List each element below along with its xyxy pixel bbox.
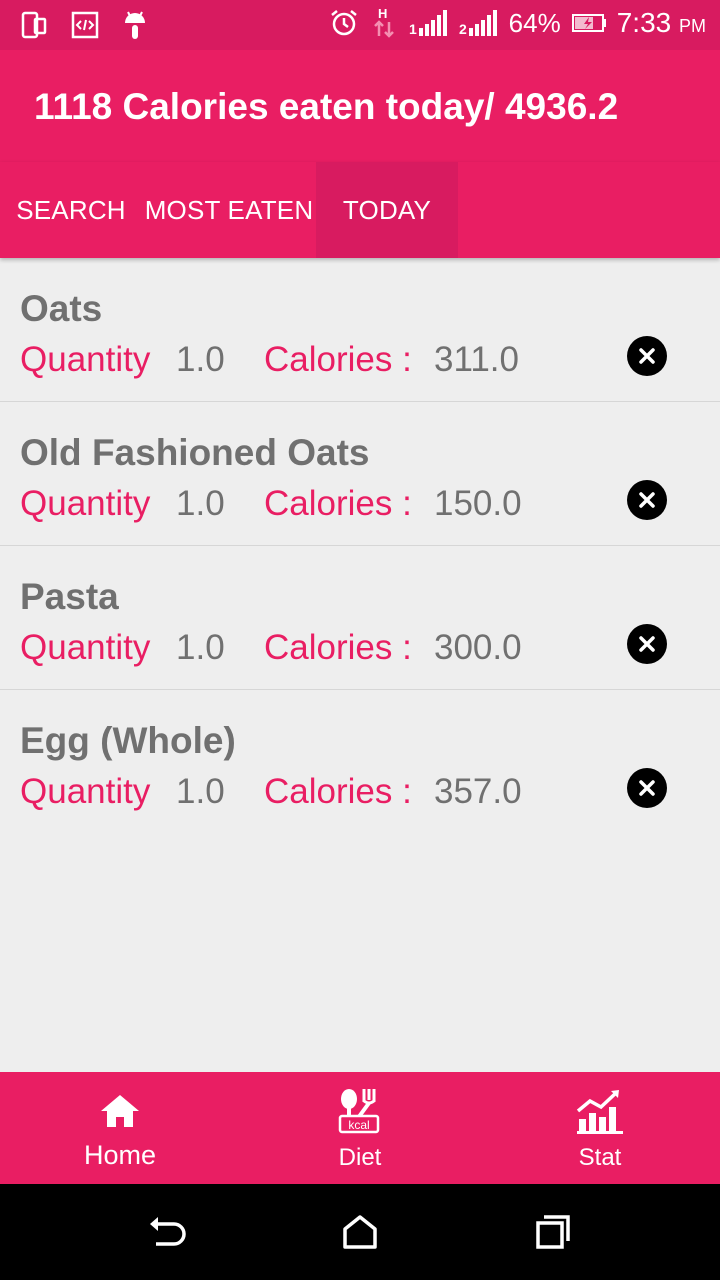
bottom-nav: Home kcal Diet Stat (0, 1072, 720, 1184)
calories-value: 357.0 (434, 772, 522, 811)
quantity-label: Quantity (20, 628, 151, 667)
calories-label: Calories : (264, 340, 412, 379)
delete-button[interactable] (627, 624, 667, 664)
quantity-value: 1.0 (176, 772, 225, 811)
nav-stat-label: Stat (578, 1144, 622, 1171)
calories-label: Calories : (264, 628, 412, 667)
food-name: Pasta (20, 576, 119, 617)
calories-value: 150.0 (434, 484, 522, 523)
svg-text:2: 2 (459, 21, 467, 37)
list-item[interactable]: Pasta Quantity 1.0 Calories : 300.0 (0, 546, 720, 690)
list-item[interactable]: Egg (Whole) Quantity 1.0 Calories : 357.… (0, 690, 720, 834)
code-icon (70, 8, 100, 42)
quantity-label: Quantity (20, 340, 151, 379)
system-nav-bar (0, 1184, 720, 1280)
tab-search-label: SEARCH (16, 194, 126, 225)
clock-time: 7:33 (616, 7, 672, 38)
delete-button[interactable] (627, 768, 667, 808)
battery-percent: 64% (508, 7, 561, 38)
svg-text:H: H (378, 6, 387, 21)
quantity-value: 1.0 (176, 340, 225, 379)
list-item[interactable]: Old Fashioned Oats Quantity 1.0 Calories… (0, 402, 720, 546)
recents-icon (536, 1215, 570, 1249)
alarm-icon (329, 6, 359, 40)
calories-value: 300.0 (434, 628, 522, 667)
close-icon (639, 348, 655, 364)
food-list: Oats Quantity 1.0 Calories : 311.0 Old F… (0, 258, 720, 834)
home-nav-icon (343, 1215, 377, 1249)
tab-bar: SEARCH MOST EATEN TODAY (0, 162, 720, 258)
quantity-label: Quantity (20, 484, 151, 523)
svg-text:1: 1 (409, 21, 417, 37)
quantity-value: 1.0 (176, 628, 225, 667)
delete-button[interactable] (627, 336, 667, 376)
status-bar: H 1 2 64% 7:33 PM (0, 0, 720, 50)
battery-icon (571, 6, 607, 40)
tab-most-eaten[interactable]: MOST EATEN (142, 162, 316, 258)
app-bar: 1118 Calories eaten today/ 4936.2 (0, 50, 720, 162)
nav-diet[interactable]: kcal Diet (240, 1072, 480, 1184)
tab-today-label: TODAY (342, 194, 432, 225)
quantity-value: 1.0 (176, 484, 225, 523)
calories-label: Calories : (264, 484, 412, 523)
clock-ampm: PM (679, 16, 706, 36)
tab-today[interactable]: TODAY (316, 162, 458, 258)
data-h-icon: H (369, 6, 399, 40)
list-item[interactable]: Oats Quantity 1.0 Calories : 311.0 (0, 258, 720, 402)
clock: 7:33 PM (617, 7, 706, 39)
food-name: Egg (Whole) (20, 720, 236, 761)
calories-label: Calories : (264, 772, 412, 811)
back-button[interactable] (144, 1212, 188, 1252)
diet-kcal-icon: kcal (336, 1086, 384, 1136)
stat-chart-icon (575, 1086, 625, 1136)
diet-kcal-text: kcal (348, 1118, 369, 1132)
food-name: Oats (20, 288, 103, 329)
signal-2-icon: 2 (459, 6, 499, 40)
close-icon (639, 492, 655, 508)
phone-icon (20, 8, 50, 42)
home-icon (99, 1086, 141, 1136)
calories-value: 311.0 (434, 340, 519, 379)
quantity-label: Quantity (20, 772, 151, 811)
home-nav-button[interactable] (338, 1212, 382, 1252)
tab-search[interactable]: SEARCH (0, 162, 142, 258)
signal-1-icon: 1 (409, 6, 449, 40)
recents-button[interactable] (530, 1212, 574, 1252)
nav-stat[interactable]: Stat (480, 1072, 720, 1184)
page-title: 1118 Calories eaten today/ 4936.2 (34, 86, 619, 127)
delete-button[interactable] (627, 480, 667, 520)
nav-diet-label: Diet (338, 1144, 382, 1171)
back-icon (150, 1217, 186, 1246)
nav-home[interactable]: Home (0, 1072, 240, 1184)
close-icon (639, 780, 655, 796)
food-name: Old Fashioned Oats (20, 432, 370, 473)
tab-most-eaten-label: MOST EATEN (144, 194, 314, 225)
close-icon (639, 636, 655, 652)
nav-home-label: Home (83, 1140, 157, 1170)
android-icon (120, 8, 150, 42)
